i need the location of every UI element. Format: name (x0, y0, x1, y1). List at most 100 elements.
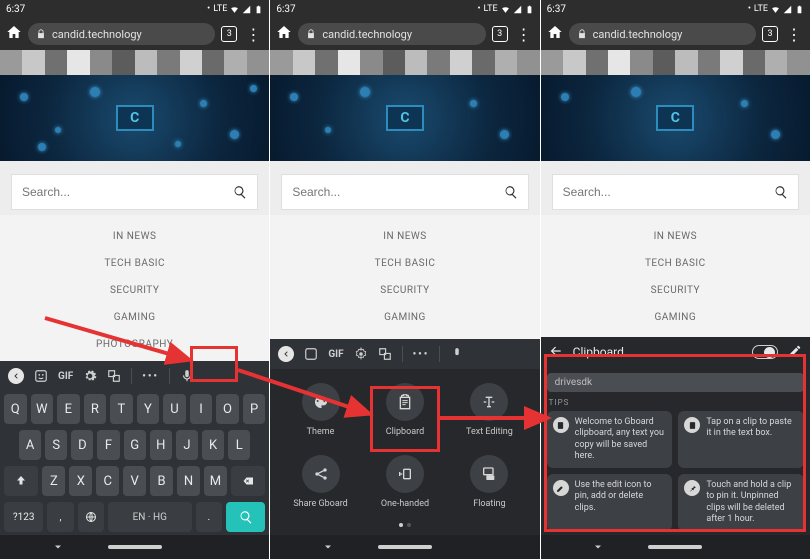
translate-icon[interactable] (107, 369, 121, 383)
key[interactable]: B (150, 466, 173, 496)
key[interactable]: T (110, 394, 133, 424)
tile-one-handed[interactable]: One-handed (369, 455, 441, 509)
comma-key[interactable]: , (47, 502, 73, 532)
chevron-down-icon[interactable] (52, 538, 64, 557)
tip-card[interactable]: Tap on a clip to paste it in the text bo… (678, 411, 804, 468)
search-box[interactable] (553, 175, 798, 209)
mic-icon[interactable] (180, 369, 194, 383)
translate-icon[interactable] (378, 347, 392, 361)
chevron-left-icon[interactable] (278, 346, 294, 362)
nav-item[interactable]: GAMING (270, 304, 539, 331)
key[interactable]: Q (4, 394, 27, 424)
clipboard-toggle[interactable] (752, 345, 778, 359)
tip-card[interactable]: Use the edit icon to pin, add or delete … (547, 474, 673, 531)
key[interactable]: V (123, 466, 146, 496)
key[interactable]: R (84, 394, 107, 424)
gear-icon[interactable] (83, 369, 97, 383)
chevron-left-icon[interactable] (8, 368, 24, 384)
search-input[interactable] (292, 185, 503, 199)
key[interactable]: H (150, 430, 172, 460)
nav-item[interactable]: IN NEWS (0, 223, 269, 250)
browser-menu-icon[interactable]: ⋮ (514, 25, 534, 44)
globe-key[interactable] (78, 502, 104, 532)
search-input[interactable] (22, 185, 233, 199)
num-key[interactable]: ?123 (4, 502, 43, 532)
key[interactable]: F (97, 430, 119, 460)
key[interactable]: N (177, 466, 200, 496)
nav-item[interactable]: SECURITY (541, 277, 810, 304)
key[interactable]: D (71, 430, 93, 460)
search-icon[interactable] (774, 185, 788, 199)
key[interactable]: X (69, 466, 92, 496)
tile-text-editing[interactable]: Text Editing (453, 383, 525, 437)
search-key[interactable] (226, 502, 265, 532)
key[interactable]: U (163, 394, 186, 424)
tile-floating[interactable]: Floating (453, 455, 525, 509)
clipboard-clip[interactable]: drivesdk (547, 373, 804, 392)
tabs-button[interactable]: 3 (492, 26, 508, 42)
search-box[interactable] (282, 175, 527, 209)
nav-item[interactable]: TECH BASIC (0, 250, 269, 277)
home-icon[interactable] (276, 24, 292, 44)
search-input[interactable] (563, 185, 774, 199)
key[interactable]: W (31, 394, 54, 424)
browser-menu-icon[interactable]: ⋮ (784, 25, 804, 44)
chevron-down-icon[interactable] (592, 538, 604, 557)
tile-share[interactable]: Share Gboard (285, 455, 357, 509)
gear-icon[interactable] (354, 347, 368, 361)
nav-item[interactable]: IN NEWS (270, 223, 539, 250)
nav-item[interactable]: TECH BASIC (270, 250, 539, 277)
nav-item[interactable]: IN NEWS (541, 223, 810, 250)
home-pill[interactable] (378, 545, 432, 549)
key[interactable]: O (216, 394, 239, 424)
gif-button[interactable]: GIF (58, 371, 73, 382)
tabs-button[interactable]: 3 (221, 26, 237, 42)
tile-clipboard[interactable]: Clipboard (369, 383, 441, 437)
key[interactable]: C (96, 466, 119, 496)
nav-item[interactable]: TECH BASIC (541, 250, 810, 277)
search-icon[interactable] (504, 185, 518, 199)
url-bar[interactable]: candid.technology (28, 23, 215, 45)
key[interactable]: P (243, 394, 266, 424)
nav-item[interactable]: PHOTOGRAPHY (0, 331, 269, 358)
home-pill[interactable] (648, 545, 702, 549)
period-key[interactable]: . (196, 502, 222, 532)
more-icon[interactable]: ••• (142, 371, 159, 382)
search-icon[interactable] (233, 185, 247, 199)
key[interactable]: J (176, 430, 198, 460)
key[interactable]: G (124, 430, 146, 460)
search-box[interactable] (12, 175, 257, 209)
tabs-button[interactable]: 3 (762, 26, 778, 42)
nav-item[interactable]: SECURITY (270, 277, 539, 304)
home-icon[interactable] (547, 24, 563, 44)
key[interactable]: Y (137, 394, 160, 424)
home-pill[interactable] (108, 545, 162, 549)
tip-card[interactable]: Welcome to Gboard clipboard, any text yo… (547, 411, 673, 468)
more-icon[interactable]: ••• (413, 349, 430, 360)
chevron-down-icon[interactable] (322, 538, 334, 557)
tile-theme[interactable]: Theme (285, 383, 357, 437)
nav-item[interactable]: GAMING (0, 304, 269, 331)
browser-menu-icon[interactable]: ⋮ (243, 25, 263, 44)
key[interactable]: E (57, 394, 80, 424)
gif-button[interactable]: GIF (328, 349, 343, 360)
key[interactable]: I (190, 394, 213, 424)
key[interactable]: M (204, 466, 227, 496)
key[interactable]: S (45, 430, 67, 460)
url-bar[interactable]: candid.technology (569, 23, 756, 45)
mic-icon[interactable] (450, 347, 464, 361)
nav-item[interactable]: GAMING (541, 304, 810, 331)
key[interactable]: Z (42, 466, 65, 496)
key[interactable]: L (228, 430, 250, 460)
spacebar[interactable]: EN · HG (108, 502, 192, 532)
key[interactable]: A (19, 430, 41, 460)
key[interactable]: K (202, 430, 224, 460)
back-icon[interactable] (549, 344, 563, 361)
nav-item[interactable]: SECURITY (0, 277, 269, 304)
shift-key[interactable] (4, 466, 38, 496)
tip-card[interactable]: Touch and hold a clip to pin it. Unpinne… (678, 474, 804, 531)
edit-icon[interactable] (788, 344, 802, 361)
sticker-icon[interactable] (34, 369, 48, 383)
url-bar[interactable]: candid.technology (298, 23, 485, 45)
backspace-key[interactable] (231, 466, 265, 496)
